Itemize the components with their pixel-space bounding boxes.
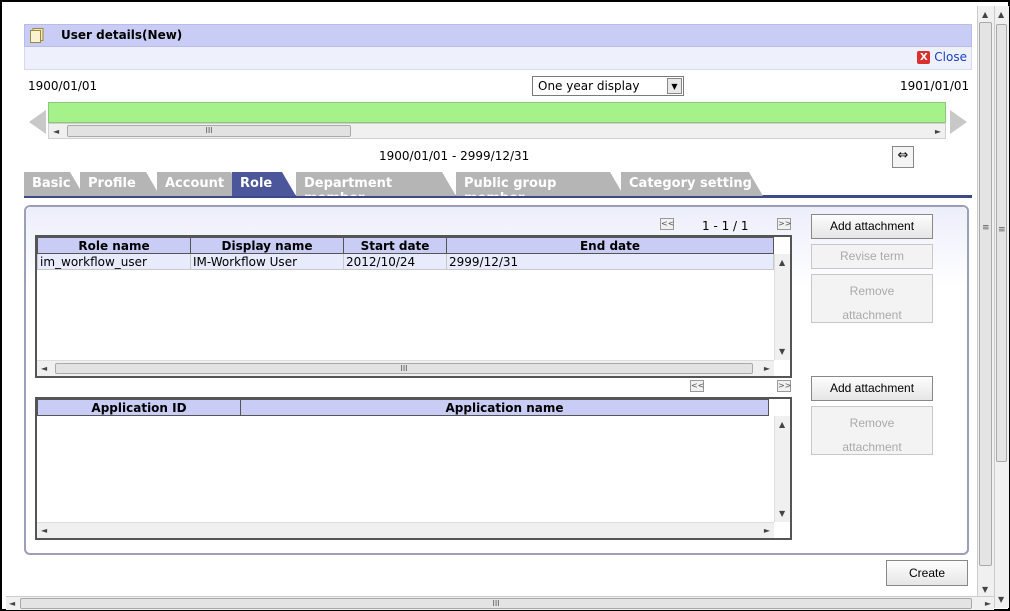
scroll-up-icon[interactable]: ▲ xyxy=(779,258,785,267)
close-icon: X xyxy=(917,50,931,64)
dialog-header: User details(New) xyxy=(24,24,972,47)
roles-table: Role name Display name Start date End da… xyxy=(37,237,774,270)
grip-icon: ≡ xyxy=(982,223,990,233)
tab-role[interactable]: Role xyxy=(232,172,296,196)
applications-grid: Application ID Application name ▲ ▼ ◄ ► xyxy=(35,397,792,540)
tab-category-setting[interactable]: Category setting xyxy=(621,172,763,196)
scroll-down-icon[interactable]: ▼ xyxy=(779,347,785,356)
window-vertical-scrollbar[interactable]: ▲ ≡ ▼ xyxy=(994,6,1009,608)
applications-horizontal-scrollbar[interactable]: ◄ ► xyxy=(37,522,774,538)
timeline-scroll-thumb[interactable]: III xyxy=(67,125,351,137)
cell-role-name[interactable]: im_workflow_user xyxy=(37,253,191,270)
dialog-title: User details(New) xyxy=(61,28,183,42)
apps-next-page-button[interactable]: >> xyxy=(777,380,791,392)
roles-header-row: Role name Display name Start date End da… xyxy=(37,237,774,254)
timeline-start-date: 1900/01/01 xyxy=(28,79,98,93)
close-link[interactable]: X Close xyxy=(917,50,967,64)
scroll-up-icon[interactable]: ▲ xyxy=(998,10,1004,19)
scroll-left-icon[interactable]: ◄ xyxy=(41,364,47,373)
applications-vertical-scrollbar[interactable]: ▲ ▼ xyxy=(774,416,790,522)
scroll-up-icon[interactable]: ▲ xyxy=(982,10,988,19)
tab-bar: Basic Profile Account Role Department me… xyxy=(24,172,972,198)
create-button[interactable]: Create xyxy=(886,560,968,586)
scroll-down-icon[interactable]: ▼ xyxy=(779,509,785,518)
chevron-down-icon[interactable]: ▼ xyxy=(667,78,682,94)
cell-end-date[interactable]: 2999/12/31 xyxy=(446,253,774,270)
scroll-down-icon[interactable]: ▼ xyxy=(982,585,988,594)
scroll-up-icon[interactable]: ▲ xyxy=(779,420,785,429)
timeline-next-arrow-icon[interactable] xyxy=(950,110,967,134)
date-range-text: 1900/01/01 - 2999/12/31 xyxy=(379,149,530,163)
role-panel: << 1 - 1 / 1 >> Role name Display name S… xyxy=(24,205,969,555)
period-select-value: One year display xyxy=(538,79,640,93)
scroll-right-icon[interactable]: ► xyxy=(764,526,770,535)
column-header-display-name[interactable]: Display name xyxy=(190,237,344,254)
remove-application-attachment-line1: Remove xyxy=(849,416,895,430)
roles-grid: Role name Display name Start date End da… xyxy=(35,235,792,378)
tab-basic[interactable]: Basic xyxy=(24,172,84,196)
applications-table: Application ID Application name xyxy=(37,399,769,416)
remove-role-attachment-line1: Remove xyxy=(849,284,895,298)
remove-application-attachment-button[interactable]: Remove attachment xyxy=(811,406,933,455)
roles-prev-page-button[interactable]: << xyxy=(660,218,674,230)
add-role-attachment-button[interactable]: Add attachment xyxy=(811,214,933,239)
close-label: Close xyxy=(934,50,967,64)
tab-account[interactable]: Account xyxy=(157,172,245,196)
close-bar: X Close xyxy=(24,47,972,70)
scroll-down-icon[interactable]: ▼ xyxy=(998,595,1004,604)
dialog-vertical-scrollbar[interactable]: ▲ ≡ ▼ xyxy=(977,6,994,596)
document-icon xyxy=(30,28,44,43)
roles-pager-text: 1 - 1 / 1 xyxy=(702,219,749,233)
period-select[interactable]: One year display ▼ xyxy=(532,76,684,96)
scroll-left-icon[interactable]: ◄ xyxy=(9,599,15,608)
dialog-vertical-scroll-thumb[interactable]: ≡ xyxy=(979,22,992,566)
tab-department-member[interactable]: Department member xyxy=(296,172,456,196)
table-row[interactable]: im_workflow_user IM-Workflow User 2012/1… xyxy=(37,253,774,270)
timeline-scrollbar[interactable]: ◄ III ► xyxy=(48,123,946,139)
column-header-application-name[interactable]: Application name xyxy=(240,399,769,416)
column-header-role-name[interactable]: Role name xyxy=(37,237,191,254)
grip-icon: ≡ xyxy=(998,225,1006,235)
scroll-right-icon[interactable]: ► xyxy=(985,599,991,608)
roles-horizontal-scrollbar[interactable]: ◄ III ► xyxy=(37,360,774,376)
roles-vertical-scrollbar[interactable]: ▲ ▼ xyxy=(774,254,790,360)
remove-role-attachment-button[interactable]: Remove attachment xyxy=(811,274,933,323)
scroll-right-icon[interactable]: ► xyxy=(935,127,941,136)
dialog-horizontal-scroll-thumb[interactable]: III xyxy=(20,598,972,609)
remove-application-attachment-line2: attachment xyxy=(842,440,902,454)
column-header-start-date[interactable]: Start date xyxy=(343,237,447,254)
dialog-horizontal-scrollbar[interactable]: ◄ III ► xyxy=(6,596,994,610)
window-vertical-scroll-thumb[interactable]: ≡ xyxy=(996,24,1007,462)
cell-start-date[interactable]: 2012/10/24 xyxy=(343,253,447,270)
tab-public-group-member[interactable]: Public group member xyxy=(456,172,624,196)
scroll-right-icon[interactable]: ► xyxy=(764,364,770,373)
column-header-end-date[interactable]: End date xyxy=(446,237,774,254)
fit-width-icon[interactable]: ⇔ xyxy=(892,146,914,168)
scroll-left-icon[interactable]: ◄ xyxy=(53,127,59,136)
tab-profile[interactable]: Profile xyxy=(80,172,160,196)
remove-role-attachment-line2: attachment xyxy=(842,308,902,322)
column-header-application-id[interactable]: Application ID xyxy=(37,399,241,416)
timeline-end-date: 1901/01/01 xyxy=(900,79,970,93)
timeline-bar[interactable] xyxy=(48,102,946,123)
timeline-prev-arrow-icon[interactable] xyxy=(29,110,46,134)
scroll-left-icon[interactable]: ◄ xyxy=(41,526,47,535)
revise-term-button[interactable]: Revise term xyxy=(811,244,933,269)
window-frame: User details(New) X Close 1900/01/01 One… xyxy=(0,0,1010,611)
roles-next-page-button[interactable]: >> xyxy=(777,218,791,230)
applications-header-row: Application ID Application name xyxy=(37,399,769,416)
roles-scroll-thumb[interactable]: III xyxy=(55,363,753,374)
cell-display-name[interactable]: IM-Workflow User xyxy=(190,253,344,270)
add-application-attachment-button[interactable]: Add attachment xyxy=(811,376,933,401)
apps-prev-page-button[interactable]: << xyxy=(690,380,704,392)
